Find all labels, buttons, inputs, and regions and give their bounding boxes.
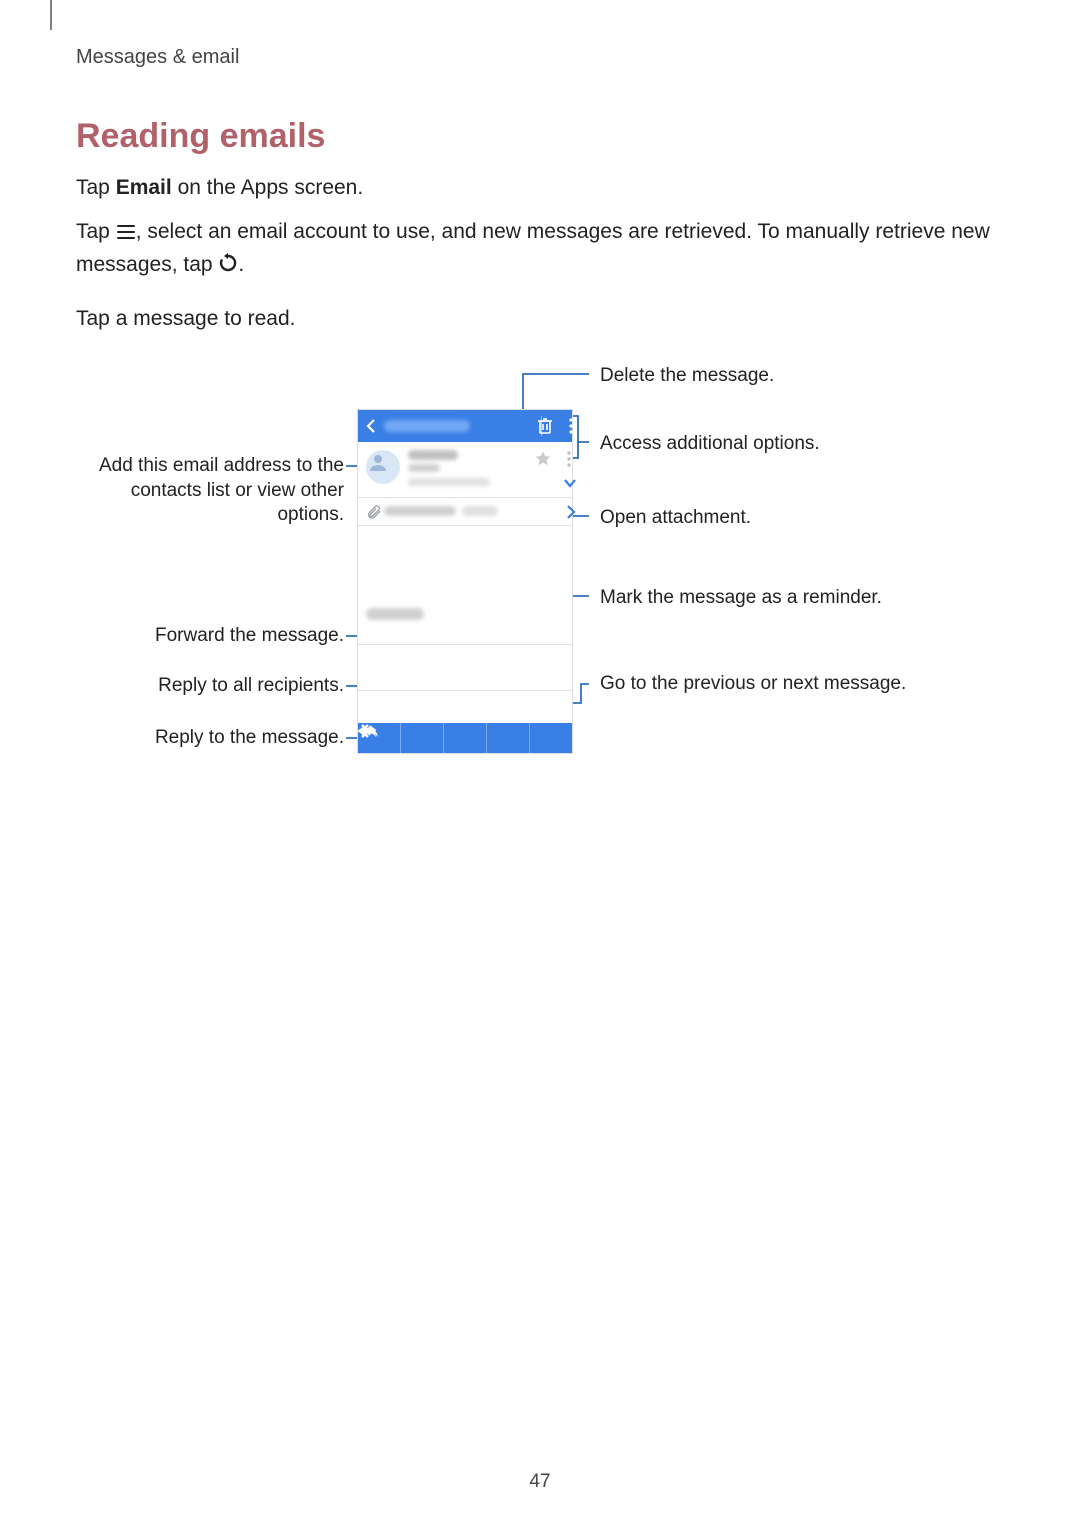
divider <box>541 416 542 436</box>
email-bottom-toolbar <box>358 723 572 753</box>
text: Tap <box>76 176 116 199</box>
next-message-icon <box>530 723 572 753</box>
refresh-icon <box>218 251 238 283</box>
page-number: 47 <box>0 1471 1080 1493</box>
callout-add-contact: Add this email address to the contacts l… <box>76 454 344 528</box>
section-heading: Reading emails <box>76 117 1004 156</box>
diagram: Delete the message. Access additional op… <box>76 358 1004 778</box>
manual-page: Messages & email Reading emails Tap Emai… <box>0 0 1080 778</box>
reply-all-icon <box>401 723 444 753</box>
avatar-icon <box>366 450 400 484</box>
prev-message-icon <box>487 723 530 753</box>
menu-icon <box>116 218 136 250</box>
text: . <box>238 253 244 276</box>
forward-icon <box>444 723 487 753</box>
bold-text: Email <box>116 176 172 199</box>
recipient-blurred <box>408 464 440 472</box>
paragraph-1: Tap Email on the Apps screen. <box>76 172 1004 204</box>
attachment-name-blurred <box>384 506 456 516</box>
text: , select an email account to use, and ne… <box>76 220 990 277</box>
signature-blurred <box>366 608 424 620</box>
callout-reminder: Mark the message as a reminder. <box>600 586 960 611</box>
callout-delete: Delete the message. <box>600 364 960 389</box>
paragraph-2: Tap , select an email account to use, an… <box>76 216 1004 283</box>
text: on the Apps screen. <box>172 176 363 199</box>
paragraph-3: Tap a message to read. <box>76 303 1004 335</box>
callout-open-attachment: Open attachment. <box>600 506 960 531</box>
running-head: Messages & email <box>76 46 1004 69</box>
text: Tap <box>76 220 116 243</box>
callout-reply: Reply to the message. <box>76 726 344 751</box>
subject-blurred <box>384 420 470 432</box>
sender-blurred <box>408 450 458 460</box>
callout-forward: Forward the message. <box>76 624 344 649</box>
attachment-size-blurred <box>462 506 498 516</box>
timestamp-blurred <box>408 478 490 486</box>
callout-prev-next: Go to the previous or next message. <box>600 672 960 697</box>
divider <box>358 644 572 645</box>
attachment-row <box>358 498 572 526</box>
email-titlebar <box>358 410 572 442</box>
divider <box>358 690 572 691</box>
phone-screenshot <box>358 410 572 753</box>
callout-additional: Access additional options. <box>600 432 960 457</box>
email-header <box>358 442 572 498</box>
callout-reply-all: Reply to all recipients. <box>76 674 344 699</box>
